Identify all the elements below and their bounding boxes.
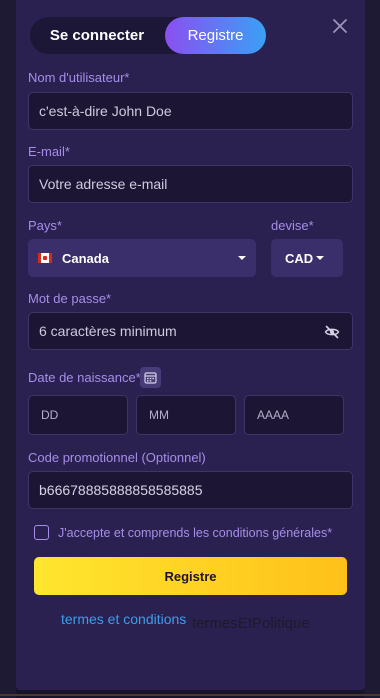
birthdate-day-input[interactable] xyxy=(41,408,127,422)
password-label: Mot de passe* xyxy=(28,291,112,306)
backdrop-bottom-border xyxy=(0,694,380,696)
birthdate-month-input[interactable] xyxy=(149,408,235,422)
username-label: Nom d'utilisateur* xyxy=(28,70,130,85)
password-field-wrapper xyxy=(28,312,353,350)
tab-register[interactable]: Registre xyxy=(165,17,266,54)
eye-slash-icon xyxy=(324,325,340,339)
terms-checkbox-label[interactable]: J'accepte et comprends les conditions gé… xyxy=(58,526,332,540)
chevron-down-icon xyxy=(316,256,324,260)
promo-field-wrapper xyxy=(28,471,353,509)
tab-login[interactable]: Se connecter xyxy=(30,17,164,54)
terms-link[interactable]: termes et conditions xyxy=(61,611,186,627)
currency-select[interactable]: CAD xyxy=(271,239,343,277)
country-value: Canada xyxy=(62,250,109,266)
calendar-button[interactable] xyxy=(140,367,161,388)
username-field-wrapper xyxy=(28,92,353,130)
register-submit-button[interactable]: Registre xyxy=(34,557,347,595)
calendar-icon xyxy=(144,372,157,384)
backdrop-right xyxy=(364,0,380,698)
email-field-wrapper xyxy=(28,165,353,203)
currency-label: devise* xyxy=(271,218,314,233)
country-label: Pays* xyxy=(28,218,62,233)
auth-tabs: Se connecter Registre xyxy=(30,17,266,54)
email-label: E-mail* xyxy=(28,144,70,159)
register-modal: Se connecter Registre Nom d'utilisateur*… xyxy=(16,0,365,690)
password-input[interactable] xyxy=(39,323,352,339)
canada-flag-icon xyxy=(38,253,52,263)
birthdate-label: Date de naissance* xyxy=(28,370,141,385)
toggle-password-button[interactable] xyxy=(324,324,340,340)
terms-checkbox[interactable] xyxy=(34,525,49,540)
birthdate-year-input[interactable] xyxy=(257,408,343,422)
currency-value: CAD xyxy=(285,250,314,266)
close-button[interactable] xyxy=(330,16,350,36)
chevron-down-icon xyxy=(238,256,246,260)
promo-label: Code promotionnel (Optionnel) xyxy=(28,450,206,465)
birthdate-month-wrapper xyxy=(136,395,236,435)
promo-input[interactable] xyxy=(39,482,352,498)
email-input[interactable] xyxy=(39,176,352,192)
policy-link[interactable]: termesEtPolitique xyxy=(192,615,310,632)
country-select[interactable]: Canada xyxy=(28,239,256,277)
username-input[interactable] xyxy=(39,103,352,119)
backdrop-left xyxy=(0,0,16,698)
birthdate-day-wrapper xyxy=(28,395,128,435)
birthdate-year-wrapper xyxy=(244,395,344,435)
close-icon xyxy=(333,19,347,33)
